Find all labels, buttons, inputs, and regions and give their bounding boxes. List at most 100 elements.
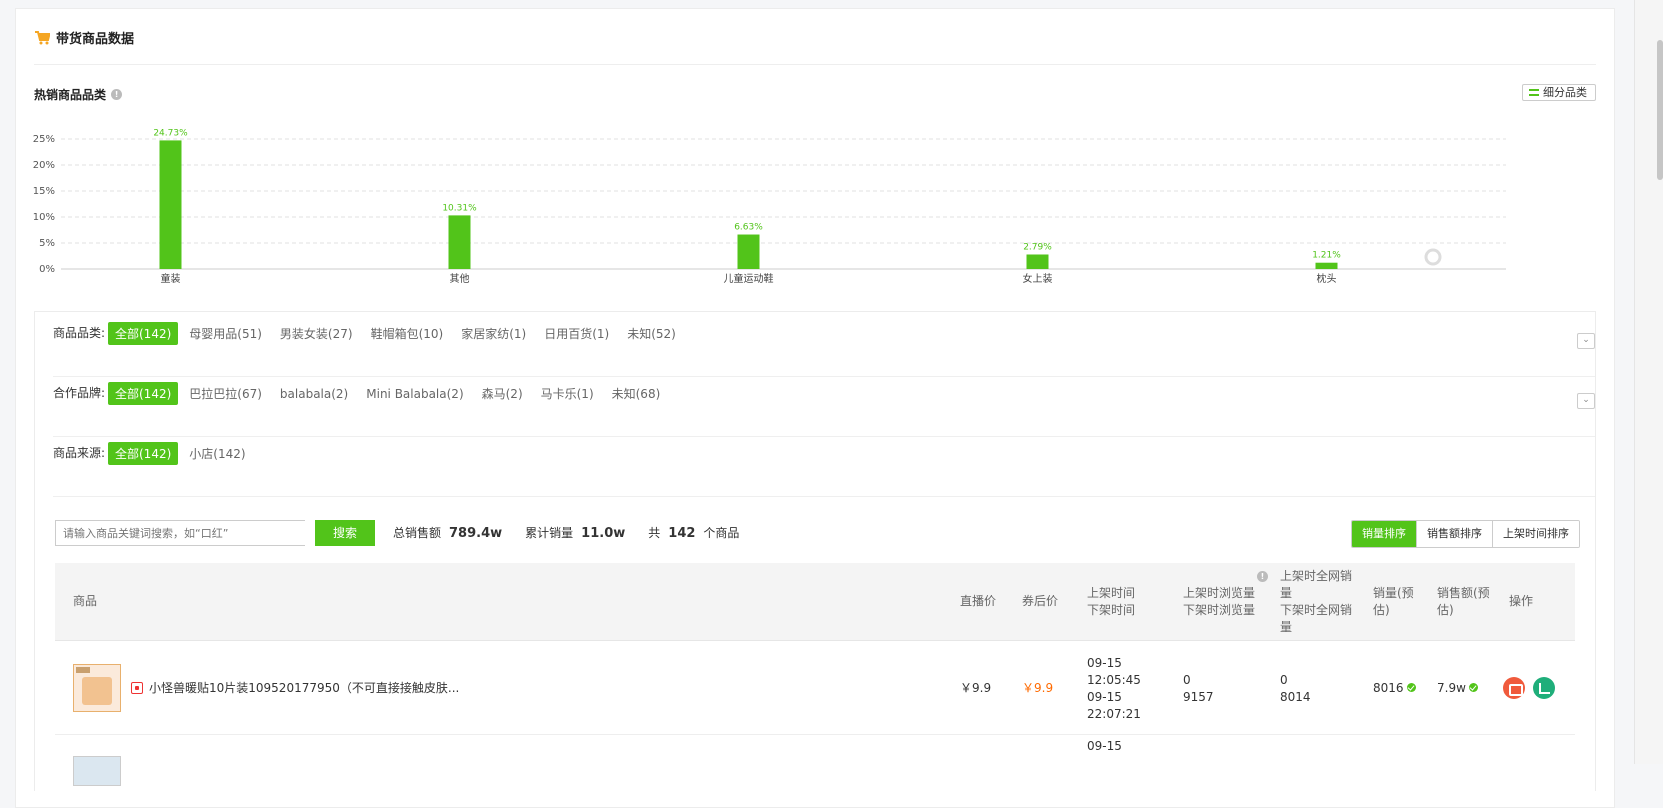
listing-time: 09-15 12:05:45 09-15 22:07:21 <box>1087 656 1141 721</box>
shop-link-icon[interactable] <box>1503 677 1525 699</box>
col-live-price: 直播价 <box>960 594 997 608</box>
hot-category-title: 热销商品品类 <box>34 88 107 102</box>
sort-toggle: 销量排序 销售额排序 上架时间排序 <box>1351 520 1580 548</box>
filter-option[interactable]: 全部(142) <box>108 382 179 405</box>
sort-by-revenue[interactable]: 销售额排序 <box>1416 521 1492 547</box>
bar-value-label: 10.31% <box>442 203 477 213</box>
col-action: 操作 <box>1509 594 1534 608</box>
sales-value: 8016 <box>1373 681 1404 695</box>
filter-option[interactable]: 森马(2) <box>475 382 530 405</box>
verified-icon <box>1406 683 1416 692</box>
cart-icon <box>35 30 50 44</box>
bar <box>1315 262 1338 269</box>
y-tick-label: 0% <box>39 264 55 275</box>
filter-option[interactable]: balabala(2) <box>273 384 355 404</box>
product-name[interactable]: 小怪兽暖贴10片装109520177950（不可直接接触皮肤... <box>149 681 459 695</box>
views: 0 9157 <box>1183 673 1214 704</box>
net-sales: 0 8014 <box>1280 673 1311 704</box>
shop-icon <box>131 682 143 694</box>
hot-category-header: 热销商品品类 ! <box>34 86 123 103</box>
divider <box>53 376 1595 377</box>
y-tick-label: 15% <box>33 186 55 197</box>
y-tick-label: 25% <box>33 134 55 145</box>
bar <box>1026 254 1049 269</box>
x-tick-label: 儿童运动鞋 <box>724 272 774 285</box>
revenue-value: 7.9w <box>1437 681 1466 695</box>
product-thumbnail[interactable] <box>73 664 121 712</box>
watermark-logo <box>1424 248 1442 266</box>
sales-label: 总销售额 <box>393 526 442 540</box>
bar <box>159 140 182 269</box>
listing-time: 09-15 <box>1087 739 1122 753</box>
bar-value-label: 1.21% <box>1312 251 1341 261</box>
expand-chevron-icon[interactable]: ⌄ <box>1577 333 1595 349</box>
bar-value-label: 2.79% <box>1023 242 1052 252</box>
bar <box>737 234 760 269</box>
breakdown-label: 细分品类 <box>1543 86 1587 99</box>
breakdown-button[interactable]: 细分品类 <box>1522 84 1596 101</box>
filter-option[interactable]: 马卡乐(1) <box>534 382 601 405</box>
filter-option[interactable]: 巴拉巴拉(67) <box>182 382 269 405</box>
sort-by-sales[interactable]: 销量排序 <box>1352 521 1416 547</box>
filter-option[interactable]: 日用百货(1) <box>537 322 616 345</box>
bar-value-label: 6.63% <box>734 223 763 233</box>
volume-label: 累计销量 <box>525 526 574 540</box>
filter-options: 全部(142) 巴拉巴拉(67) balabala(2) Mini Balabala(… <box>108 382 667 405</box>
x-tick-label: 童装 <box>161 272 181 285</box>
filter-option[interactable]: 男装女装(27) <box>273 322 360 345</box>
section-title: 带货商品数据 <box>56 32 135 47</box>
verified-icon <box>1468 683 1478 692</box>
table-row[interactable]: 09-15 <box>55 736 1575 786</box>
count-suffix: 个商品 <box>703 526 740 540</box>
filter-label: 商品来源: <box>53 446 106 460</box>
divider <box>53 496 1595 497</box>
col-net-sales: 上架时全网销量 下架时全网销量 <box>1280 569 1353 634</box>
trend-chart-icon[interactable] <box>1533 677 1555 699</box>
sales-cell: 8016 <box>1373 680 1416 697</box>
filter-option[interactable]: 小店(142) <box>182 442 252 465</box>
hot-category-chart: 0% 5% 10% 15% 20% 25% 24.73% 童装 10.31% 其他 6.63% 儿童运… <box>33 128 1506 285</box>
filter-options: 全部(142) 小店(142) <box>108 442 253 465</box>
product-thumbnail[interactable] <box>73 756 121 786</box>
x-tick-label: 女上装 <box>1023 272 1053 285</box>
summary-stats: 总销售额 789.4w 累计销量 11.0w 共 142 个商品 <box>393 524 739 541</box>
coupon-price: ￥9.9 <box>1022 681 1054 695</box>
filter-option[interactable]: Mini Balabala(2) <box>359 384 470 404</box>
col-coupon-price: 券后价 <box>1022 594 1059 608</box>
filter-label: 合作品牌: <box>53 386 106 400</box>
filter-option[interactable]: 未知(68) <box>605 382 668 405</box>
x-tick-label: 枕头 <box>1317 272 1337 285</box>
filter-row-brand: 合作品牌: 全部(142) 巴拉巴拉(67) balabala(2) Mini Bal… <box>53 382 1595 405</box>
scrollbar[interactable] <box>1634 0 1663 764</box>
filter-option[interactable]: 母婴用品(51) <box>182 322 269 345</box>
divider <box>34 64 1596 65</box>
col-product: 商品 <box>73 594 98 608</box>
bar-value-label: 24.73% <box>153 128 188 138</box>
section-header: 带货商品数据 <box>34 28 134 47</box>
filter-options: 全部(142) 母婴用品(51) 男装女装(27) 鞋帽箱包(10) 家居家纺(1) 日用… <box>108 322 683 345</box>
scrollbar-thumb[interactable] <box>1657 40 1663 180</box>
info-icon[interactable]: ! <box>1257 571 1268 582</box>
filter-option[interactable]: 未知(52) <box>620 322 683 345</box>
col-views: 上架时浏览量 下架时浏览量 <box>1183 586 1256 617</box>
table-row[interactable]: 小怪兽暖贴10片装109520177950（不可直接接触皮肤... ￥9.9 ￥… <box>55 642 1575 735</box>
col-time: 上架时间 下架时间 <box>1087 586 1136 617</box>
filter-option[interactable]: 家居家纺(1) <box>454 322 533 345</box>
filter-label: 商品品类: <box>53 326 106 340</box>
sales-value: 789.4w <box>449 526 503 541</box>
filter-option[interactable]: 鞋帽箱包(10) <box>364 322 451 345</box>
sort-by-listing-time[interactable]: 上架时间排序 <box>1492 521 1579 547</box>
y-tick-label: 20% <box>33 160 55 171</box>
breakdown-icon <box>1529 89 1539 96</box>
y-tick-label: 10% <box>33 212 55 223</box>
filter-option[interactable]: 全部(142) <box>108 442 179 465</box>
info-icon[interactable]: ! <box>111 89 123 100</box>
product-name-cell[interactable]: 小怪兽暖贴10片装109520177950（不可直接接触皮肤... <box>131 680 459 697</box>
volume-value: 11.0w <box>581 526 626 541</box>
filter-option[interactable]: 全部(142) <box>108 322 179 345</box>
search-input[interactable] <box>55 520 305 546</box>
search-button[interactable]: 搜索 <box>315 520 375 546</box>
live-price: ￥9.9 <box>960 681 992 695</box>
col-sales: 销量(预估) <box>1373 586 1414 617</box>
expand-chevron-icon[interactable]: ⌄ <box>1577 393 1595 409</box>
